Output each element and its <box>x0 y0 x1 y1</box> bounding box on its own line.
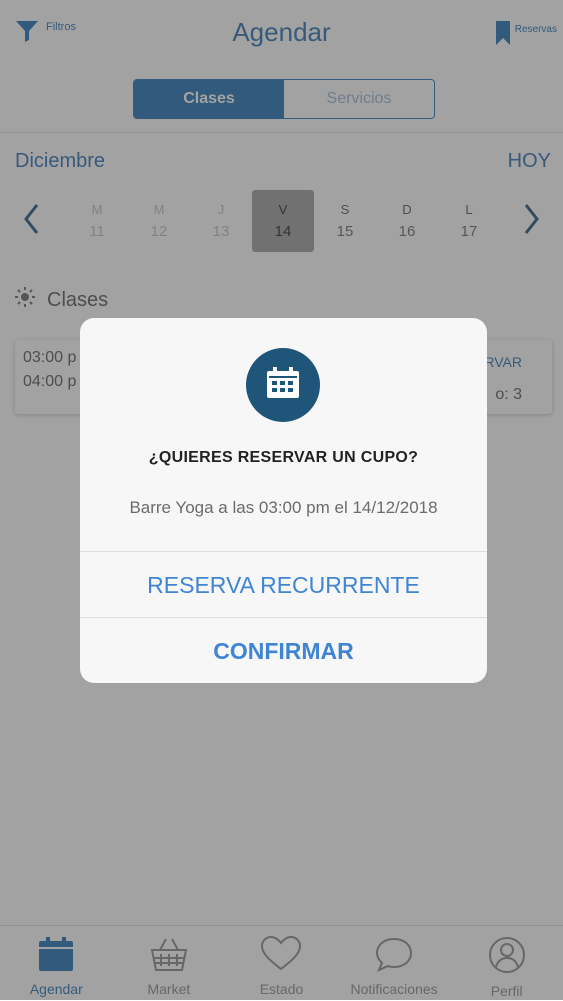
calendar-icon <box>265 366 301 405</box>
dialog-message: Barre Yoga a las 03:00 pm el 14/12/2018 <box>129 498 438 517</box>
app-screen: Filtros Agendar Reservas Clases Servicio… <box>0 0 563 1001</box>
recurring-reservation-button[interactable]: RESERVA RECURRENTE <box>80 552 487 618</box>
reservation-dialog: ¿QUIERES RESERVAR UN CUPO? Barre Yoga a … <box>80 318 487 683</box>
dialog-title: ¿QUIERES RESERVAR UN CUPO? <box>148 449 419 466</box>
confirm-button[interactable]: CONFIRMAR <box>80 618 487 683</box>
calendar-badge <box>246 348 320 422</box>
